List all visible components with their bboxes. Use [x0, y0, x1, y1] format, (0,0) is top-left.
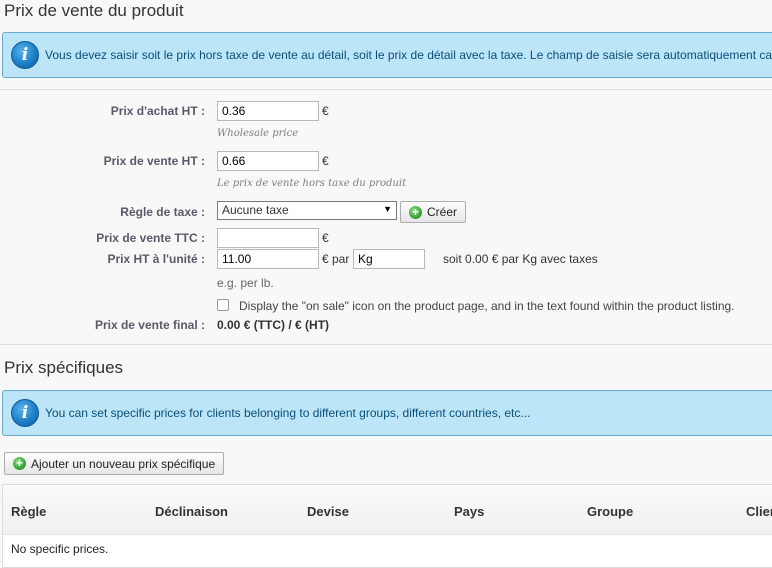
- info-box-pricing: i Vous devez saisir soit le prix hors ta…: [2, 32, 772, 78]
- column-header-group: Groupe: [587, 504, 634, 519]
- on-sale-checkbox[interactable]: [217, 299, 229, 311]
- column-header-currency: Devise: [307, 504, 349, 519]
- retail-price-label: Prix de vente HT :: [103, 154, 205, 168]
- empty-table-message: No specific prices.: [11, 542, 109, 556]
- on-sale-label: Display the "on sale" icon on the produc…: [239, 299, 735, 313]
- info-icon: i: [11, 41, 39, 69]
- create-button-label: Créer: [427, 205, 458, 219]
- column-header-combination: Déclinaison: [155, 504, 228, 519]
- specific-prices-table: Règle Déclinaison Devise Pays Groupe Cli…: [2, 484, 772, 568]
- table-header: Règle Déclinaison Devise Pays Groupe Cli…: [3, 485, 772, 535]
- divider: [0, 89, 772, 90]
- final-price-value: 0.00 € (TTC) / € (HT): [217, 318, 330, 332]
- dropdown-arrow-icon: ▼: [383, 204, 392, 214]
- add-specific-price-button[interactable]: + Ajouter un nouveau prix spécifique: [4, 452, 225, 475]
- tax-rule-selected: Aucune taxe: [222, 203, 289, 217]
- plus-icon: +: [409, 206, 422, 219]
- column-header-customer: Clien: [746, 504, 772, 519]
- wholesale-price-label: Prix d'achat HT :: [110, 104, 205, 118]
- unit-price-hint: e.g. per lb.: [217, 276, 274, 290]
- currency-symbol: €: [322, 231, 329, 245]
- info-text-pricing: Vous devez saisir soit le prix hors taxe…: [45, 48, 772, 62]
- retail-price-input[interactable]: [217, 151, 319, 171]
- unit-price-summary: soit 0.00 € par Kg avec taxes: [443, 252, 598, 266]
- wholesale-price-hint: Wholesale price: [217, 128, 299, 139]
- info-icon: i: [11, 399, 39, 427]
- create-tax-rule-button[interactable]: + Créer: [400, 201, 467, 223]
- unit-price-label: Prix HT à l'unité :: [107, 252, 205, 266]
- currency-par-text: € par: [322, 252, 350, 266]
- info-box-specific-prices: i You can set specific prices for client…: [2, 390, 772, 436]
- column-header-country: Pays: [454, 504, 485, 519]
- section-title-specific-prices: Prix spécifiques: [4, 358, 124, 377]
- info-text-specific-prices: You can set specific prices for clients …: [45, 406, 531, 420]
- tax-rule-select[interactable]: Aucune taxe ▼: [217, 201, 397, 220]
- section-title-pricing: Prix de vente du produit: [4, 1, 184, 20]
- plus-icon: +: [13, 457, 26, 470]
- currency-symbol: €: [322, 104, 329, 118]
- divider: [0, 344, 772, 345]
- retail-price-hint: Le prix de vente hors taxe du produit: [217, 178, 407, 189]
- retail-ttc-input[interactable]: [217, 228, 319, 248]
- unit-input[interactable]: [353, 249, 425, 269]
- column-header-rule: Règle: [11, 504, 47, 519]
- unit-price-input[interactable]: [217, 249, 319, 269]
- wholesale-price-input[interactable]: [217, 101, 319, 121]
- add-specific-price-label: Ajouter un nouveau prix spécifique: [31, 457, 216, 471]
- final-price-label: Prix de vente final :: [94, 318, 205, 332]
- retail-ttc-label: Prix de vente TTC :: [96, 231, 205, 245]
- tax-rule-label: Règle de taxe :: [120, 205, 205, 219]
- currency-symbol: €: [322, 154, 329, 168]
